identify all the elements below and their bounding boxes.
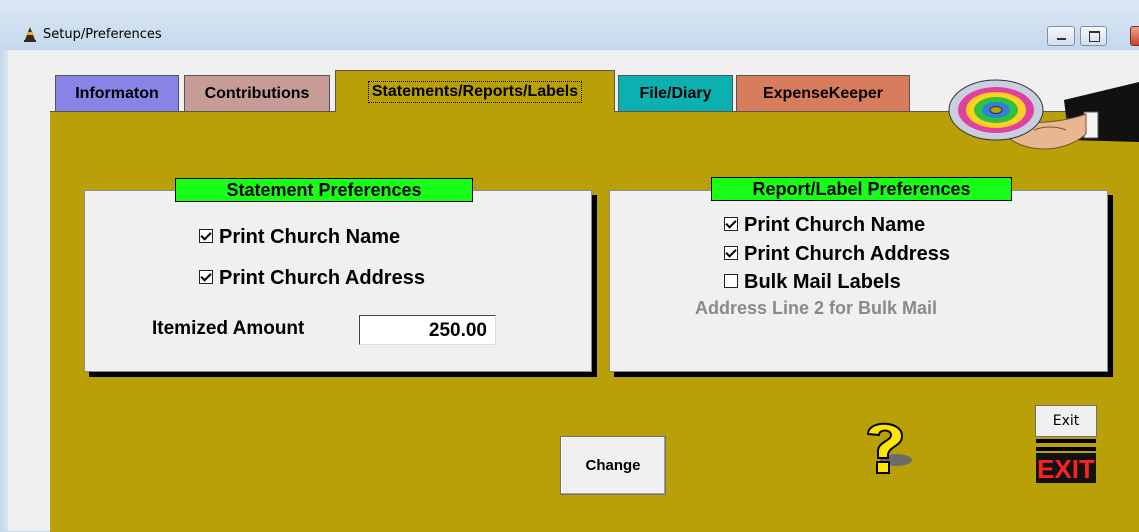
- itemized-amount-input[interactable]: 250.00: [359, 315, 496, 345]
- minimize-icon: [1057, 38, 1066, 40]
- hand-holding-cd-icon: [948, 79, 1139, 150]
- report-print-church-name-checkbox[interactable]: Print Church Name: [724, 214, 925, 237]
- tab-statements-reports-labels[interactable]: Statements/Reports/Labels: [335, 70, 615, 112]
- checkbox-icon: [724, 216, 738, 231]
- minimize-button[interactable]: [1047, 26, 1075, 46]
- question-mark-icon[interactable]: [858, 418, 916, 478]
- maximize-button[interactable]: [1080, 26, 1107, 46]
- svg-text:EXIT: EXIT: [1037, 454, 1095, 484]
- tab-contributions[interactable]: Contributions: [184, 75, 330, 111]
- statement-preferences-title: Statement Preferences: [175, 178, 473, 202]
- checkbox-icon: [724, 245, 738, 260]
- report-label-preferences-title: Report/Label Preferences: [711, 177, 1012, 201]
- checkbox-icon: [199, 269, 213, 284]
- tab-file-diary[interactable]: File/Diary: [618, 75, 733, 111]
- tab-expensekeeper[interactable]: ExpenseKeeper: [736, 75, 910, 111]
- exit-sign-icon[interactable]: EXIT: [1034, 437, 1098, 485]
- itemized-amount-label: Itemized Amount: [152, 318, 305, 339]
- print-church-name-checkbox[interactable]: Print Church Name: [199, 226, 400, 249]
- maximize-icon: [1089, 31, 1100, 42]
- setup-preferences-window: Setup/Preferences Informaton Contributio…: [0, 0, 1139, 532]
- tab-information[interactable]: Informaton: [55, 75, 179, 111]
- checkbox-icon: [199, 228, 213, 243]
- checkbox-icon: [724, 273, 738, 288]
- app-icon: [24, 27, 36, 42]
- report-print-church-address-checkbox[interactable]: Print Church Address: [724, 243, 950, 266]
- exit-button[interactable]: Exit: [1035, 405, 1097, 437]
- print-church-address-checkbox[interactable]: Print Church Address: [199, 267, 425, 290]
- address-line2-bulk-mail-label: Address Line 2 for Bulk Mail: [695, 298, 938, 318]
- window-frame-left: [0, 50, 8, 531]
- title-bar: Setup/Preferences: [0, 0, 1139, 51]
- change-button[interactable]: Change: [560, 436, 666, 495]
- close-button[interactable]: [1130, 26, 1139, 46]
- bulk-mail-labels-checkbox[interactable]: Bulk Mail Labels: [724, 271, 901, 294]
- window-title: Setup/Preferences: [43, 27, 162, 42]
